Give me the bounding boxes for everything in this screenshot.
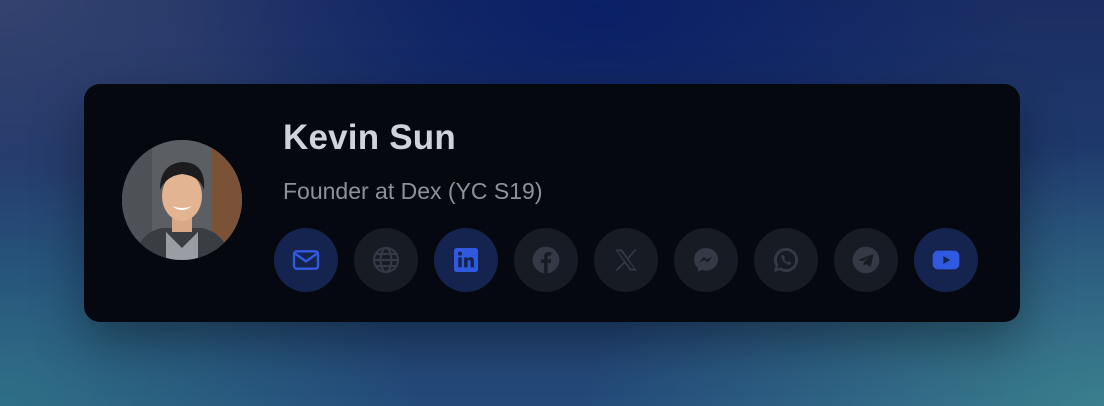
social-links	[274, 228, 978, 292]
mail-icon	[292, 250, 320, 270]
x-button[interactable]	[594, 228, 658, 292]
website-button[interactable]	[354, 228, 418, 292]
telegram-icon	[852, 246, 880, 274]
profile-title: Founder at Dex (YC S19)	[283, 178, 543, 204]
profile-card: Kevin Sun Founder at Dex (YC S19)	[84, 84, 1020, 322]
facebook-icon	[532, 246, 560, 274]
avatar	[122, 140, 242, 260]
x-icon	[615, 249, 637, 271]
telegram-button[interactable]	[834, 228, 898, 292]
email-button[interactable]	[274, 228, 338, 292]
facebook-button[interactable]	[514, 228, 578, 292]
youtube-button[interactable]	[914, 228, 978, 292]
whatsapp-button[interactable]	[754, 228, 818, 292]
globe-icon	[372, 246, 400, 274]
messenger-button[interactable]	[674, 228, 738, 292]
profile-name: Kevin Sun	[283, 118, 456, 157]
linkedin-icon	[454, 248, 478, 272]
messenger-icon	[694, 248, 718, 272]
youtube-icon	[932, 250, 960, 270]
linkedin-button[interactable]	[434, 228, 498, 292]
whatsapp-icon	[773, 247, 799, 272]
